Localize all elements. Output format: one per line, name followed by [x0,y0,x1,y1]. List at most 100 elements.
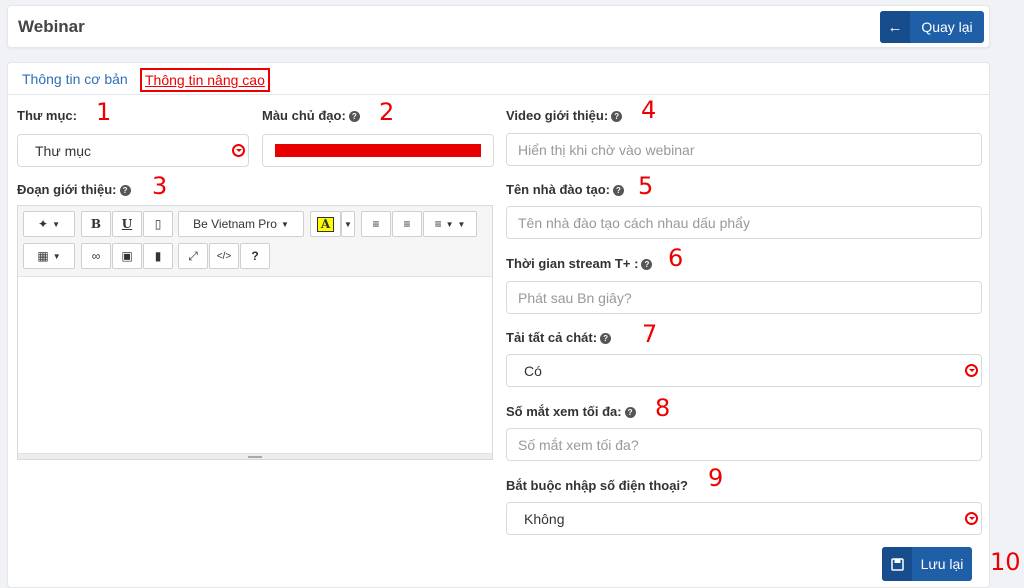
code-icon: </> [216,250,232,262]
max-viewers-input[interactable]: Số mắt xem tối đa? [506,428,982,461]
font-family-value: Be Vietnam Pro [193,217,277,231]
color-picker[interactable] [262,134,494,167]
chevron-down-icon [965,364,978,377]
video-input[interactable]: Hiển thị khi chờ vào webinar [506,133,982,166]
text-color-button[interactable]: A [310,211,341,237]
magic-style-button[interactable]: ✦ ▼ [23,211,75,237]
color-label-text: Màu chủ đạo: [262,108,346,123]
table-icon: ▦ [37,249,49,263]
viewers-label: Số mắt xem tối đa:? [506,404,636,419]
help-icon: ? [613,185,624,196]
tab-advanced-info[interactable]: Thông tin nâng cao [140,68,270,92]
phone-required-select[interactable]: Không [506,502,982,535]
back-button[interactable]: ← Quay lại [880,11,984,43]
save-button-label: Lưu lại [920,556,964,572]
fullscreen-button[interactable]: ⤢ [178,243,208,269]
help-icon: ? [600,333,612,344]
help-button[interactable]: ? [240,243,270,269]
chat-select[interactable]: Có [506,354,982,387]
chat-select-value: Có [524,362,542,379]
help-icon: ? [119,185,131,196]
chat-label: Tải tất cả chát:? [506,330,612,345]
back-button-label: Quay lại [921,19,973,35]
header-bar: Webinar ← Quay lại [7,5,990,48]
fullscreen-icon: ⤢ [188,248,198,263]
stream-placeholder: Phát sau Bn giây? [518,289,632,306]
unordered-list-button[interactable]: ≡ [361,211,391,237]
editor-content-area[interactable] [18,277,492,453]
tab-basic-info[interactable]: Thông tin cơ bản [22,71,128,87]
folder-select[interactable]: Thư mục [17,134,249,167]
marker-9: 9 [708,464,724,492]
video-placeholder: Hiển thị khi chờ vào webinar [518,141,695,158]
question-icon: ? [251,249,259,263]
tab-bar: Thông tin cơ bản Thông tin nâng cao [8,63,989,95]
marker-8: 8 [655,394,671,422]
help-icon: ? [348,111,360,122]
trainer-placeholder: Tên nhà đào tạo cách nhau dấu phẩy [518,214,750,231]
trainer-label-text: Tên nhà đào tạo: [506,182,610,197]
magic-wand-icon: ✦ [38,217,49,231]
chevron-down-icon [232,144,245,157]
code-view-button[interactable]: </> [209,243,239,269]
video-button[interactable]: ▮ [143,243,173,269]
stream-label: Thời gian stream T+ :? [506,256,653,271]
page-title: Webinar [18,17,85,36]
chat-label-text: Tải tất cả chát: [506,330,598,345]
marker-1: 1 [96,98,112,126]
save-icon [882,547,912,581]
phone-required-label: Bắt buộc nhập số điện thoại? [506,478,688,493]
marker-4: 4 [641,96,657,124]
eraser-icon: ▯ [154,217,162,231]
stream-label-text: Thời gian stream T+ : [506,256,639,271]
editor-toolbar: ✦ ▼ B U ▯ Be Vietnam Pro ▼ A ▼ ≡ ≡ ≡ ▼ ▼ ▦ ▼ … [18,206,492,277]
trainer-input[interactable]: Tên nhà đào tạo cách nhau dấu phẩy [506,206,982,239]
viewers-label-text: Số mắt xem tối đa: [506,404,622,419]
marker-10: 10 [990,548,1021,576]
marker-2: 2 [379,98,395,126]
folder-label: Thư mục: [17,108,77,123]
underline-button[interactable]: U [112,211,142,237]
link-icon: ∞ [91,249,101,263]
grip-icon [248,455,262,458]
bold-button[interactable]: B [81,211,111,237]
eraser-button[interactable]: ▯ [143,211,173,237]
color-label: Màu chủ đạo:? [262,108,360,123]
form-card: Thông tin cơ bản Thông tin nâng cao Thư … [7,62,990,588]
rich-text-editor: ✦ ▼ B U ▯ Be Vietnam Pro ▼ A ▼ ≡ ≡ ≡ ▼ ▼ ▦ ▼ … [17,205,493,460]
link-button[interactable]: ∞ [81,243,111,269]
bullet-list-icon: ≡ [372,217,380,231]
save-button[interactable]: Lưu lại [882,547,972,581]
font-family-select[interactable]: Be Vietnam Pro ▼ [178,211,304,237]
folder-select-value: Thư mục [35,142,92,159]
help-icon: ? [624,407,636,418]
marker-3: 3 [152,172,168,200]
paragraph-align-button[interactable]: ≡ ▼ ▼ [423,211,477,237]
image-button[interactable]: ▣ [112,243,142,269]
phone-select-value: Không [524,510,565,527]
marker-5: 5 [638,172,654,200]
numbered-list-icon: ≡ [403,217,411,231]
marker-6: 6 [668,244,684,272]
text-color-dropdown[interactable]: ▼ [341,211,355,237]
marker-7: 7 [642,320,658,348]
editor-resize-handle[interactable] [18,453,492,459]
image-icon: ▣ [121,249,133,263]
help-icon: ? [641,259,653,270]
viewers-placeholder: Số mắt xem tối đa? [518,436,639,453]
intro-label-text: Đoạn giới thiệu: [17,182,117,197]
video-label-text: Video giới thiệu: [506,108,609,123]
intro-label: Đoạn giới thiệu:? [17,182,131,197]
trainer-label: Tên nhà đào tạo:? [506,182,624,197]
align-icon: ≡ [434,217,442,231]
ordered-list-button[interactable]: ≡ [392,211,422,237]
arrow-left-icon: ← [880,11,910,43]
video-icon: ▮ [154,249,162,263]
video-label: Video giới thiệu:? [506,108,623,123]
help-icon: ? [611,111,623,122]
color-swatch [275,144,481,157]
table-button[interactable]: ▦ ▼ [23,243,75,269]
chevron-down-icon [965,512,978,525]
highlight-icon: A [316,216,335,232]
stream-delay-input[interactable]: Phát sau Bn giây? [506,281,982,314]
